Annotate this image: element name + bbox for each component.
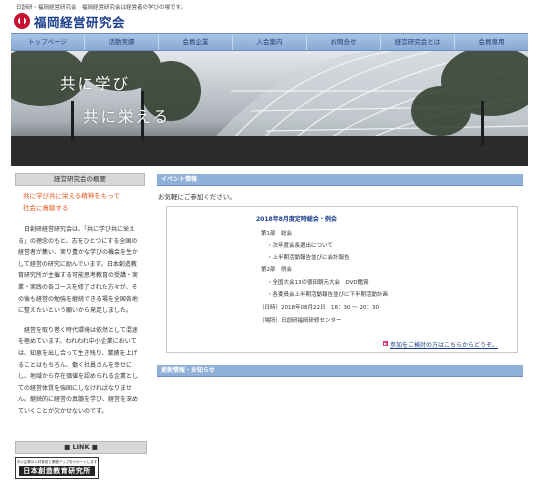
link-heading: ■ LINK ■ <box>15 441 147 454</box>
sidebar-paragraph-1: 日創研経営研究会は、「共に学び共に栄える」の理念のもと、志をひとつにする全国の経… <box>18 226 139 315</box>
banner-caption: 中小企業の人材育成と業績アップをサポートします <box>16 460 98 464</box>
event-welcome: お気軽にご参加ください。 <box>158 193 236 201</box>
nav-item-contact[interactable]: お問合せ <box>307 34 381 50</box>
sidebar-highlight-2: 社会に貢献する <box>23 204 69 212</box>
sidebar-paragraph-2: 経営を取り巻く時代環境は依然として混迷を極めています。われわれ中小企業においては… <box>18 326 139 415</box>
nav-item-about[interactable]: 経営研究会とは <box>381 34 455 50</box>
event-line: ・上半期活動報告並びに会計報告 <box>267 255 350 261</box>
sidebar: 経営研究会の概要 共に学び共に栄える精神をもって 社会に貢献する 日創研経営研究… <box>15 173 145 418</box>
sidebar-highlight-1: 共に学び共に栄える精神をもって <box>23 192 120 200</box>
logo-mark-icon <box>14 13 30 29</box>
nav-item-member-only[interactable]: 会員専用 <box>455 34 528 50</box>
banner-title: 日本創造教育研究所 <box>19 466 95 476</box>
event-line: 第1部 総会 <box>261 231 292 237</box>
nav-item-top[interactable]: トップページ <box>11 34 85 50</box>
event-section-bar: イベント情報 <box>157 174 523 186</box>
event-line: ・全国大会13の徳田朝元大会 DVD鑑賞 <box>267 280 369 286</box>
hero-image: 共に学び 共に栄える <box>11 51 528 166</box>
nav-item-activities[interactable]: 活動実績 <box>85 34 159 50</box>
event-location: （場所）日創研福岡研修センター <box>259 318 342 324</box>
sidebar-heading: 経営研究会の概要 <box>15 173 145 186</box>
event-card: 2018年8月度定時総会・例会 第1部 総会 ・次年度会長選出について ・上半期… <box>166 206 518 353</box>
link-banner[interactable]: 中小企業の人材育成と業績アップをサポートします 日本創造教育研究所 <box>15 457 99 479</box>
event-line: 第2部 例会 <box>261 267 292 273</box>
org-name: 福岡経営研究会 <box>34 14 126 30</box>
event-datetime: （日時）2018年08月22日 18：30 ～ 20：30 <box>259 305 379 311</box>
event-signup-link[interactable]: 参加をご検討の方はこちらからどうぞ。 <box>390 340 498 349</box>
main-nav: トップページ 活動実績 会員企業 入会案内 お問合せ 経営研究会とは 会員専用 <box>11 33 528 51</box>
nav-item-join[interactable]: 入会案内 <box>233 34 307 50</box>
header-tagline: 日創研・福岡経営研究会 福岡経営研究会は経営者の学びの場です。 <box>16 5 186 11</box>
updates-section-bar: 更新情報・お知らせ <box>157 365 523 377</box>
hero-line-2: 共に栄える <box>83 108 171 126</box>
nav-item-members[interactable]: 会員企業 <box>159 34 233 50</box>
event-line: ・各委員会上半期活動報告並びに下半期活動計画 <box>267 292 389 298</box>
hero-line-1: 共に学び <box>60 75 131 93</box>
event-line: ・次年度会長選出について <box>267 243 333 249</box>
event-title: 2018年8月度定時総会・例会 <box>256 216 337 223</box>
site-logo[interactable]: 福岡経営研究会 <box>14 11 125 31</box>
arrow-right-icon: ▶ <box>383 341 388 346</box>
